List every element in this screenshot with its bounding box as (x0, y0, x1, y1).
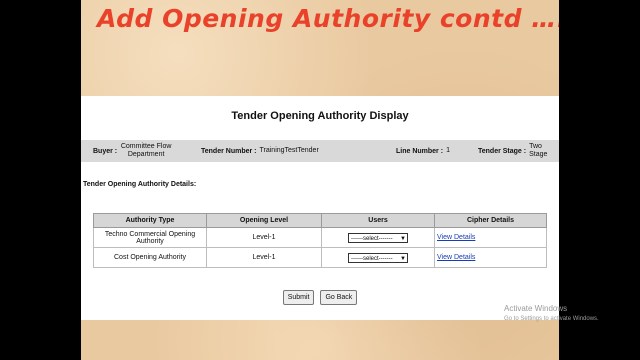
slide: Add Opening Authority contd …. Tender Op… (81, 0, 559, 360)
buyer-value: Committee Flow Department (120, 143, 172, 158)
authority-type-cell: Cost Opening Authority (93, 247, 207, 268)
activation-watermark: Activate Windows Go to Settings to activ… (504, 303, 599, 325)
users-select-value: ------select------- (351, 235, 393, 242)
users-cell: ------select------- ▼ (321, 247, 435, 268)
view-details-link[interactable]: View Details (437, 234, 475, 241)
line-number-value: 1 (446, 147, 450, 154)
col-users: Users (321, 213, 435, 228)
table-row: Techno Commercial Opening Authority Leve… (93, 227, 547, 248)
watermark-subtitle: Go to Settings to activate Windows. (504, 316, 599, 322)
users-select[interactable]: ------select------- ▼ (348, 232, 408, 243)
chevron-down-icon: ▼ (400, 235, 406, 242)
cipher-cell: View Details (434, 247, 547, 268)
line-number-info: Line Number : 1 (396, 140, 450, 162)
table-row: Cost Opening Authority Level-1 ------sel… (93, 247, 547, 268)
users-select-value: ------select------- (351, 255, 393, 262)
authority-type-cell: Techno Commercial Opening Authority (93, 227, 207, 248)
form-actions: Submit Go Back (81, 290, 559, 305)
users-cell: ------select------- ▼ (321, 227, 435, 248)
tender-info-bar: Buyer : Committee Flow Department Tender… (81, 140, 559, 162)
opening-level-cell: Level-1 (206, 247, 322, 268)
users-select[interactable]: ------select------- ▼ (348, 252, 408, 263)
chevron-down-icon: ▼ (400, 255, 406, 262)
cipher-cell: View Details (434, 227, 547, 248)
view-details-link[interactable]: View Details (437, 254, 475, 261)
tender-number-value: TrainingTestTender (259, 147, 319, 154)
opening-level-cell: Level-1 (206, 227, 322, 248)
tender-stage-value: Two Stage (529, 143, 548, 158)
buyer-info: Buyer : Committee Flow Department (93, 140, 183, 162)
tender-stage-info: Tender Stage : Two Stage (478, 140, 558, 162)
authority-table: Authority Type Opening Level Users Ciphe… (93, 213, 547, 268)
col-authority-type: Authority Type (93, 213, 207, 228)
watermark-title: Activate Windows (504, 304, 568, 313)
tender-stage-label: Tender Stage : (478, 147, 527, 155)
tender-opening-panel: Tender Opening Authority Display Buyer :… (81, 96, 559, 320)
table-header-row: Authority Type Opening Level Users Ciphe… (93, 213, 547, 228)
line-number-label: Line Number : (396, 147, 444, 155)
col-opening-level: Opening Level (206, 213, 322, 228)
details-label: Tender Opening Authority Details: (83, 181, 197, 188)
tender-number-label: Tender Number : (201, 147, 257, 155)
tender-number-info: Tender Number : TrainingTestTender (201, 140, 319, 162)
page-title: Tender Opening Authority Display (231, 110, 409, 122)
submit-button[interactable]: Submit (282, 290, 315, 305)
col-cipher-details: Cipher Details (434, 213, 547, 228)
go-back-button[interactable]: Go Back (320, 290, 358, 305)
slide-title: Add Opening Authority contd …. (97, 4, 559, 33)
buyer-label: Buyer : (93, 147, 118, 155)
